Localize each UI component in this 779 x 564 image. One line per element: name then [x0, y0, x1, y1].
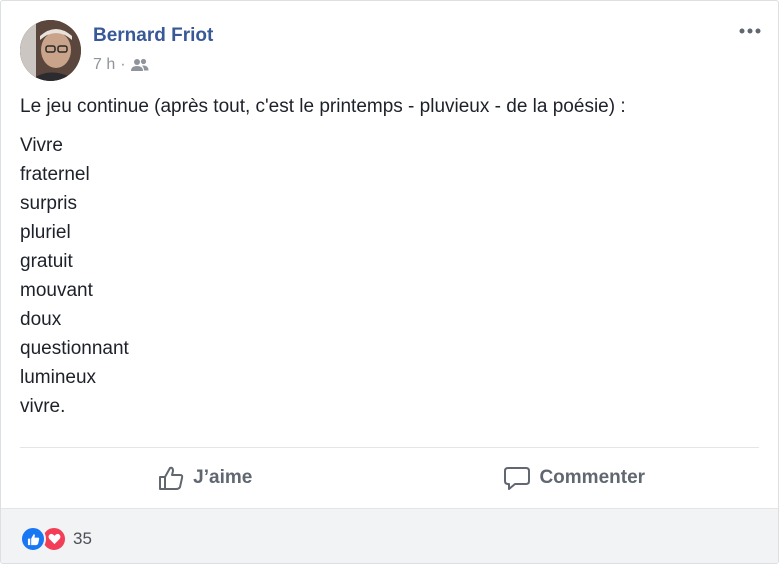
thumbs-up-icon	[157, 464, 185, 492]
poem-line: vivre.	[20, 396, 66, 417]
post-meta: 7 h ·	[93, 56, 149, 74]
poem: Vivre fraternel surpris pluriel gratuit …	[20, 131, 758, 421]
poem-line: gratuit	[20, 251, 73, 272]
author-name[interactable]: Bernard Friot	[93, 25, 213, 47]
avatar[interactable]	[20, 20, 81, 81]
like-button[interactable]: J’aime	[20, 448, 390, 508]
poem-line: doux	[20, 309, 62, 330]
more-dots-icon[interactable]	[738, 21, 762, 41]
reactions-bar: 35	[1, 508, 778, 563]
meta-separator: ·	[120, 56, 126, 73]
post-card: Bernard Friot 7 h · Le jeu continue (apr…	[0, 0, 779, 564]
poem-line: fraternel	[20, 164, 90, 185]
poem-line: lumineux	[20, 367, 97, 388]
post-actions: J’aime Commenter	[20, 448, 759, 508]
poem-line: Vivre	[20, 135, 63, 156]
post-intro: Le jeu continue (après tout, c'est le pr…	[20, 96, 626, 117]
comment-label: Commenter	[539, 467, 646, 488]
comment-icon	[503, 464, 531, 492]
poem-line: surpris	[20, 193, 78, 214]
poem-line: mouvant	[20, 280, 93, 301]
avatar-photo	[20, 20, 81, 81]
post-time[interactable]: 7 h	[93, 56, 115, 74]
reactions-summary[interactable]: 35	[20, 526, 92, 552]
like-reaction-icon	[20, 526, 46, 552]
friends-icon[interactable]	[130, 58, 149, 72]
reaction-count[interactable]: 35	[73, 529, 92, 549]
poem-line: questionnant	[20, 338, 129, 359]
post-text: Le jeu continue (après tout, c'est le pr…	[20, 96, 758, 421]
comment-button[interactable]: Commenter	[390, 448, 760, 508]
poem-line: pluriel	[20, 222, 71, 243]
like-label: J’aime	[193, 467, 253, 488]
